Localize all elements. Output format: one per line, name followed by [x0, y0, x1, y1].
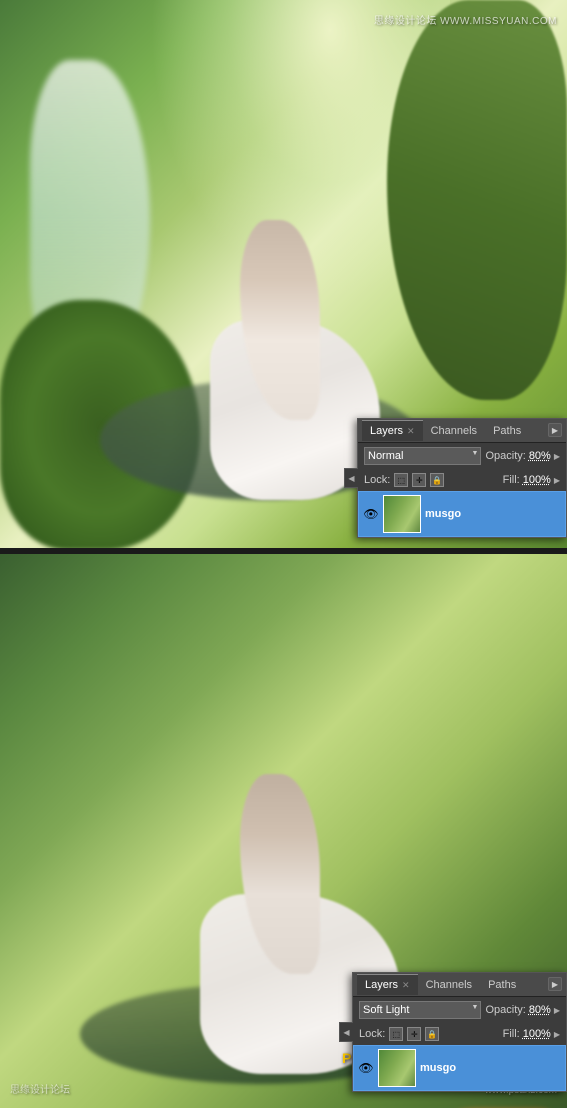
ps-panel-bottom: ◀ Layers ✕ Channels Paths ▶ Normal Multi… [352, 972, 567, 1092]
panel-expand-arrow-bottom[interactable]: ◀ [339, 1022, 353, 1042]
opacity-label-bottom: Opacity: [485, 1004, 525, 1016]
layer-thumbnail-image-top [384, 496, 420, 532]
lock-fill-row-bottom: Lock: ⬚ ✛ 🔒 Fill: 100% ▶ [353, 1023, 566, 1045]
tab-layers-bottom[interactable]: Layers ✕ [357, 974, 418, 995]
ps-panel-top: ◀ Layers ✕ Channels Paths ▶ Normal Multi… [357, 418, 567, 538]
lock-move-icon-top[interactable]: ✛ [412, 473, 426, 487]
layer-row-top[interactable]: 👁 musgo [358, 491, 566, 537]
blend-mode-wrapper-bottom[interactable]: Normal Multiply Screen Overlay Soft Ligh… [359, 1001, 481, 1019]
layer-thumbnail-image-bottom [379, 1050, 415, 1086]
blend-mode-wrapper-top[interactable]: Normal Multiply Screen Overlay Soft Ligh… [364, 447, 481, 465]
lock-all-icon-top[interactable]: 🔒 [430, 473, 444, 487]
lock-pixel-icon-top[interactable]: ⬚ [394, 473, 408, 487]
layers-tab-label-top: Layers [370, 425, 403, 437]
opacity-section-top: Opacity: 80% ▶ [485, 450, 560, 462]
tab-paths-top[interactable]: Paths [485, 421, 529, 441]
channels-tab-label-bottom: Channels [426, 979, 472, 991]
layers-tab-label-bottom: Layers [365, 979, 398, 991]
layer-thumbnail-bottom [378, 1049, 416, 1087]
panel-tabs-top: Layers ✕ Channels Paths ▶ [358, 419, 566, 443]
figure-top [180, 220, 380, 500]
lock-label-bottom: Lock: [359, 1028, 385, 1040]
fill-label-bottom: Fill: [503, 1028, 520, 1040]
opacity-value-bottom[interactable]: 80% [529, 1004, 551, 1016]
panel-expand-arrow-top[interactable]: ◀ [344, 468, 358, 488]
fill-label-top: Fill: [503, 474, 520, 486]
blend-mode-select-bottom[interactable]: Normal Multiply Screen Overlay Soft Ligh… [359, 1001, 481, 1019]
tab-layers-top[interactable]: Layers ✕ [362, 420, 423, 441]
fill-arrow-bottom[interactable]: ▶ [554, 1030, 560, 1039]
layer-name-top: musgo [425, 508, 561, 520]
moss-right [387, 0, 567, 400]
blend-mode-select-top[interactable]: Normal Multiply Screen Overlay Soft Ligh… [364, 447, 481, 465]
opacity-value-top[interactable]: 80% [529, 450, 551, 462]
lock-label-top: Lock: [364, 474, 390, 486]
opacity-arrow-top[interactable]: ▶ [554, 452, 560, 461]
blend-opacity-row-bottom: Normal Multiply Screen Overlay Soft Ligh… [353, 997, 566, 1023]
fill-section-bottom: Fill: 100% ▶ [503, 1028, 560, 1040]
layer-eye-icon-bottom[interactable]: 👁 [358, 1060, 374, 1076]
lock-pixel-icon-bottom[interactable]: ⬚ [389, 1027, 403, 1041]
fill-section-top: Fill: 100% ▶ [503, 474, 560, 486]
fill-arrow-top[interactable]: ▶ [554, 476, 560, 485]
main-container: 思缘设计论坛 WWW.MISSYUAN.COM 思缘设计论坛 www.psahz… [0, 0, 567, 1108]
opacity-label-top: Opacity: [485, 450, 525, 462]
lock-fill-row-top: Lock: ⬚ ✛ 🔒 Fill: 100% ▶ [358, 469, 566, 491]
panel-collapse-btn-top[interactable]: ▶ [548, 423, 562, 437]
layer-row-bottom[interactable]: 👁 musgo [353, 1045, 566, 1091]
fill-value-top[interactable]: 100% [523, 474, 551, 486]
tab-channels-bottom[interactable]: Channels [418, 975, 480, 995]
panel-collapse-btn-bottom[interactable]: ▶ [548, 977, 562, 991]
paths-tab-label-bottom: Paths [488, 979, 516, 991]
tab-channels-top[interactable]: Channels [423, 421, 485, 441]
paths-tab-label-top: Paths [493, 425, 521, 437]
tab-paths-bottom[interactable]: Paths [480, 975, 524, 995]
layer-eye-icon-top[interactable]: 👁 [363, 506, 379, 522]
layers-tab-close-bottom[interactable]: ✕ [402, 980, 410, 991]
lock-all-icon-bottom[interactable]: 🔒 [425, 1027, 439, 1041]
layers-tab-close-top[interactable]: ✕ [407, 426, 415, 437]
opacity-section-bottom: Opacity: 80% ▶ [485, 1004, 560, 1016]
panel-tabs-bottom: Layers ✕ Channels Paths ▶ [353, 973, 566, 997]
blend-opacity-row-top: Normal Multiply Screen Overlay Soft Ligh… [358, 443, 566, 469]
watermark-top: 思缘设计论坛 WWW.MISSYUAN.COM [374, 12, 557, 27]
fill-value-bottom[interactable]: 100% [523, 1028, 551, 1040]
lock-move-icon-bottom[interactable]: ✛ [407, 1027, 421, 1041]
layer-thumbnail-top [383, 495, 421, 533]
layer-name-bottom: musgo [420, 1062, 561, 1074]
channels-tab-label-top: Channels [431, 425, 477, 437]
watermark-bottom-left: 思缘设计论坛 [10, 1081, 70, 1096]
opacity-arrow-bottom[interactable]: ▶ [554, 1006, 560, 1015]
